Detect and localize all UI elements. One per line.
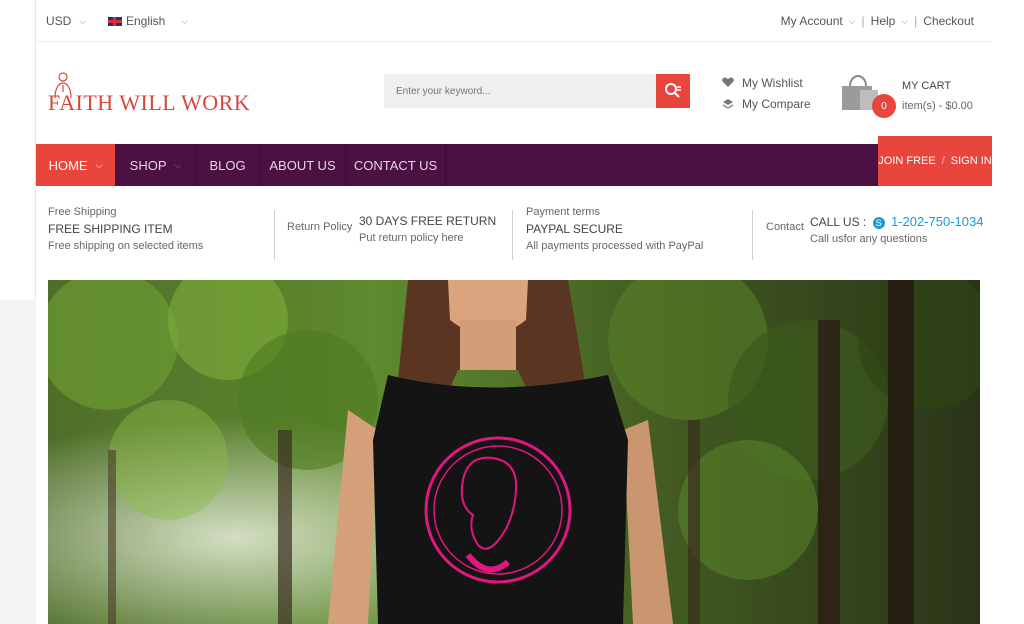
user-links: My Wishlist My Compare (722, 72, 811, 114)
feature-label: Contact (766, 221, 804, 233)
language-selector[interactable]: English ⌵ (108, 14, 188, 28)
nav-about-us[interactable]: ABOUT US (260, 144, 346, 186)
page: USD ⌵ English ⌵ My Account ⌵ | Help ⌵ | … (0, 0, 1024, 624)
phone-number[interactable]: 1-202-750-1034 (891, 214, 984, 229)
feature-desc: Put return policy here (359, 232, 464, 244)
search-icon (665, 83, 681, 98)
search-button[interactable] (656, 74, 690, 108)
hero-image (48, 280, 980, 624)
search-bar (384, 74, 690, 108)
wishlist-link[interactable]: My Wishlist (722, 72, 811, 93)
feature-payment: Payment terms PAYPAL SECURE All payments… (526, 206, 703, 260)
feature-shipping: Free Shipping FREE SHIPPING ITEM Free sh… (48, 206, 203, 260)
uk-flag-icon (108, 16, 122, 26)
nav-shop[interactable]: SHOP ⌵ (116, 144, 196, 186)
divider (752, 210, 753, 260)
currency-selector[interactable]: USD ⌵ (46, 14, 86, 28)
chevron-down-icon: ⌵ (901, 15, 909, 26)
nav-home[interactable]: HOME ⌵ (36, 144, 116, 186)
help-link[interactable]: Help (871, 14, 896, 28)
chevron-down-icon: ⌵ (79, 15, 87, 26)
search-input[interactable] (384, 74, 656, 108)
nav-blog[interactable]: BLOG (196, 144, 260, 186)
logo-text: FAITH WILL WORK (48, 90, 251, 115)
feature-label: Payment terms (526, 206, 600, 218)
separator: | (914, 14, 918, 28)
compare-link[interactable]: My Compare (722, 93, 811, 114)
cart-title: MY CART (902, 80, 952, 92)
heart-icon (722, 77, 734, 87)
hero-banner[interactable] (48, 280, 980, 624)
auth-links: JOIN FREE / SIGN IN (878, 136, 992, 186)
nav-home-label: HOME (48, 157, 88, 173)
chevron-down-icon: ⌵ (95, 159, 103, 170)
nav-contact-label: CONTACT US (353, 157, 438, 173)
feature-title: CALL US : S 1-202-750-1034 (810, 214, 983, 229)
compare-label: My Compare (742, 96, 811, 111)
main-nav: HOME ⌵ SHOP ⌵ BLOG ABOUT US CONTACT US J… (36, 136, 992, 186)
separator: | (861, 14, 865, 28)
feature-label: Return Policy (287, 221, 353, 233)
feature-title: PAYPAL SECURE (526, 222, 623, 236)
feature-contact-label: Contact (766, 221, 804, 275)
feature-contact: CALL US : S 1-202-750-1034 Call usfor an… (810, 206, 983, 260)
cart-count-badge: 0 (872, 94, 896, 118)
top-bar: USD ⌵ English ⌵ My Account ⌵ | Help ⌵ | … (36, 0, 992, 42)
chevron-down-icon: ⌵ (181, 15, 189, 26)
cart-summary: item(s) - $0.00 (902, 100, 973, 112)
account-links: My Account ⌵ | Help ⌵ | Checkout (781, 14, 974, 28)
logo[interactable]: FAITH WILL WORK (46, 72, 250, 116)
feature-title: 30 DAYS FREE RETURN (359, 214, 497, 228)
chevron-down-icon: ⌵ (848, 15, 856, 26)
join-free-link[interactable]: JOIN FREE (878, 155, 935, 167)
chevron-down-icon: ⌵ (174, 159, 182, 170)
mini-cart[interactable]: 0 MY CART item(s) - $0.00 (840, 72, 980, 122)
call-us-label: CALL US : (810, 215, 867, 229)
feature-strip: Free Shipping FREE SHIPPING ITEM Free sh… (36, 206, 992, 264)
feature-label: Free Shipping (48, 206, 117, 218)
wishlist-label: My Wishlist (742, 75, 803, 90)
left-margin-shadow (0, 300, 36, 624)
sign-in-link[interactable]: SIGN IN (951, 155, 992, 167)
currency-label: USD (46, 14, 72, 28)
nav-blog-label: BLOG (209, 157, 246, 173)
nav-contact-us[interactable]: CONTACT US (346, 144, 446, 186)
feature-desc: Call usfor any questions (810, 233, 928, 245)
language-label: English (126, 14, 166, 28)
layers-icon (722, 98, 734, 109)
feature-desc: All payments processed with PayPal (526, 240, 704, 252)
feature-title: FREE SHIPPING ITEM (48, 222, 173, 236)
feature-desc: Free shipping on selected items (48, 240, 204, 252)
skype-icon: S (872, 216, 885, 229)
nav-about-label: ABOUT US (269, 157, 336, 173)
separator: / (941, 155, 945, 167)
feature-return-label: Return Policy (287, 221, 352, 275)
nav-shop-label: SHOP (129, 157, 167, 173)
checkout-link[interactable]: Checkout (923, 14, 974, 28)
feature-return: 30 DAYS FREE RETURN Put return policy he… (359, 206, 496, 260)
divider (274, 210, 275, 260)
my-account-link[interactable]: My Account (781, 14, 843, 28)
divider (512, 210, 513, 260)
